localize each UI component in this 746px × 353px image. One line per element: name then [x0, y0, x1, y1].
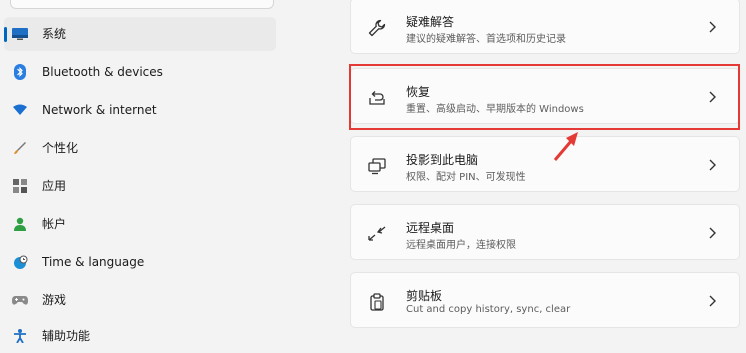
sidebar-item-accounts[interactable]: 帐户 — [4, 207, 276, 241]
chevron-right-icon — [709, 295, 716, 307]
sidebar-item-system[interactable]: 系统 — [4, 17, 276, 51]
sidebar-item-label: Network & internet — [42, 103, 157, 117]
sidebar-item-personalization[interactable]: 个性化 — [4, 131, 276, 165]
sidebar-item-label: 个性化 — [42, 141, 79, 155]
annotation-arrow-icon — [553, 132, 578, 161]
card-title: 远程桌面 — [406, 221, 455, 235]
globe-clock-icon — [12, 254, 28, 270]
sidebar-item-label: 帐户 — [42, 217, 67, 231]
remote-desktop-icon — [367, 224, 387, 244]
card-description: 远程桌面用户，连接权限 — [406, 240, 516, 251]
chevron-right-icon — [709, 91, 716, 103]
card-description: 权限、配对 PIN、可发现性 — [406, 172, 526, 183]
sidebar-item-network[interactable]: Network & internet — [4, 93, 276, 127]
sidebar-item-bluetooth[interactable]: Bluetooth & devices — [4, 55, 276, 89]
sidebar-item-accessibility[interactable]: 辅助功能 — [4, 319, 276, 353]
chevron-right-icon — [709, 159, 716, 171]
clipboard-icon — [367, 292, 387, 312]
person-icon — [12, 216, 28, 232]
clipboard-card[interactable]: 剪贴板 Cut and copy history, sync, clear — [350, 272, 740, 328]
card-description: Cut and copy history, sync, clear — [406, 304, 571, 315]
troubleshoot-card[interactable]: 疑难解答 建议的疑难解答、首选项和历史记录 — [350, 0, 740, 54]
card-title: 疑难解答 — [406, 15, 455, 29]
sidebar-item-apps[interactable]: 应用 — [4, 169, 276, 203]
remote-desktop-card[interactable]: 远程桌面 远程桌面用户，连接权限 — [350, 204, 740, 260]
search-box-edge[interactable] — [10, 0, 274, 9]
card-title: 剪贴板 — [406, 289, 443, 303]
project-to-pc-card[interactable]: 投影到此电脑 权限、配对 PIN、可发现性 — [350, 136, 740, 192]
wifi-icon — [12, 102, 28, 118]
selection-indicator — [4, 27, 7, 42]
sidebar-item-label: 应用 — [42, 179, 67, 193]
apps-icon — [12, 178, 28, 194]
accessibility-icon — [12, 328, 28, 344]
monitor-icon — [12, 26, 28, 42]
brush-icon — [12, 140, 28, 156]
sidebar: 系统 Bluetooth & devices Network & interne… — [0, 0, 290, 343]
card-title: 投影到此电脑 — [406, 153, 479, 167]
sidebar-item-time-language[interactable]: Time & language — [4, 245, 276, 279]
sidebar-item-label: 辅助功能 — [42, 329, 91, 343]
sidebar-item-label: 系统 — [42, 27, 67, 41]
sidebar-item-gaming[interactable]: 游戏 — [4, 283, 276, 317]
card-title: 恢复 — [406, 85, 431, 99]
chevron-right-icon — [709, 21, 716, 33]
recovery-card[interactable]: 恢复 重置、高级启动、早期版本的 Windows — [350, 68, 740, 124]
chevron-right-icon — [709, 227, 716, 239]
bluetooth-icon — [12, 64, 28, 80]
sidebar-item-label: Bluetooth & devices — [42, 65, 163, 79]
gamepad-icon — [12, 292, 28, 308]
wrench-icon — [367, 18, 387, 38]
card-description: 重置、高级启动、早期版本的 Windows — [406, 104, 584, 115]
project-icon — [367, 156, 387, 176]
recovery-icon — [367, 88, 387, 108]
sidebar-item-label: Time & language — [42, 255, 145, 269]
sidebar-item-label: 游戏 — [42, 293, 67, 307]
card-description: 建议的疑难解答、首选项和历史记录 — [406, 34, 566, 45]
